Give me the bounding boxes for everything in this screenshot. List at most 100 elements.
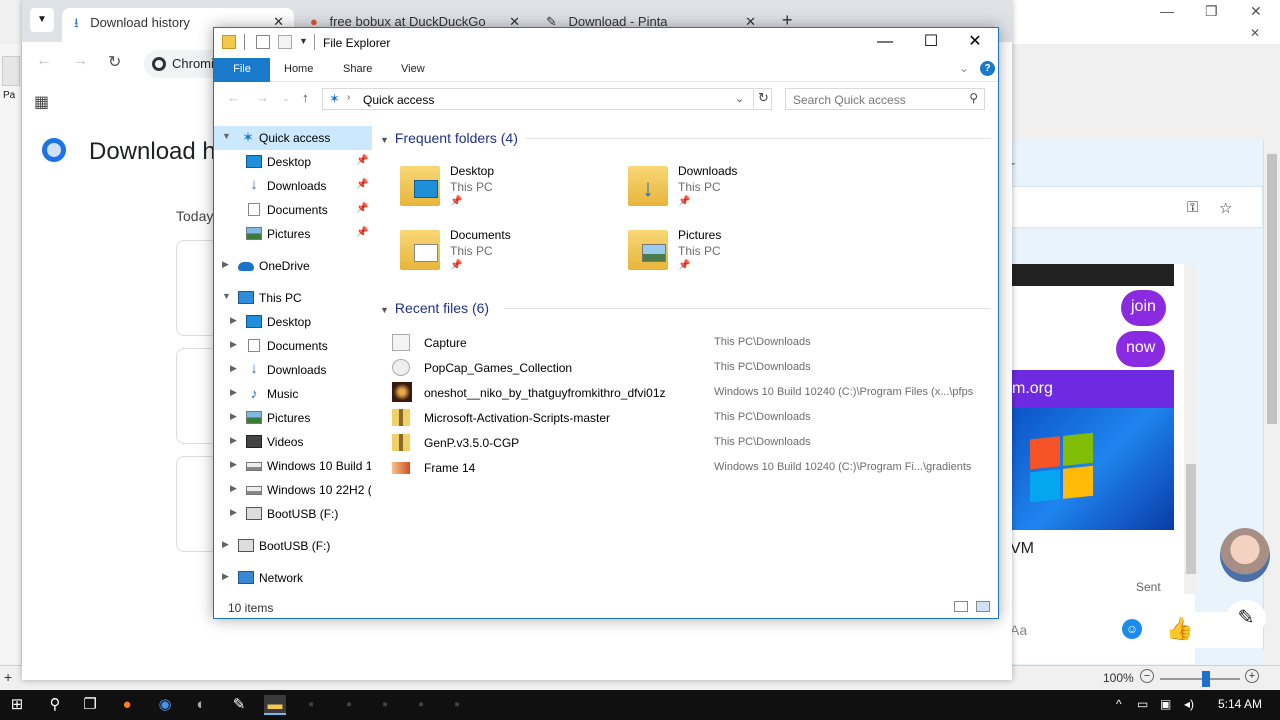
up-icon[interactable]: ↑ xyxy=(302,90,309,105)
properties-icon[interactable] xyxy=(256,35,270,49)
zoom-slider[interactable] xyxy=(1160,678,1240,680)
chevron-right-icon[interactable]: ▶ xyxy=(230,483,237,494)
customize-toolbar-icon[interactable]: ▼ xyxy=(299,36,308,46)
close-button[interactable]: ✕ xyxy=(952,28,998,58)
pin-icon[interactable]: 📌 xyxy=(356,203,368,214)
chevron-right-icon[interactable]: ▶ xyxy=(230,363,237,374)
taskbar-app-icon[interactable]: ▪ xyxy=(446,695,468,715)
forward-icon[interactable]: → xyxy=(72,52,88,70)
reload-icon[interactable]: ↻ xyxy=(108,52,121,72)
chat-scrollbar-thumb[interactable] xyxy=(1186,464,1196,574)
expand-ribbon-icon[interactable]: ⌄ xyxy=(959,61,969,75)
chevron-down-icon[interactable]: ⌄ xyxy=(735,92,744,105)
nav-item-onedrive[interactable]: ▶ OneDrive xyxy=(214,254,372,278)
chevron-right-icon[interactable]: ▶ xyxy=(230,459,237,470)
chevron-right-icon[interactable]: ▶ xyxy=(230,411,237,422)
chevron-right-icon[interactable]: ▶ xyxy=(230,387,237,398)
nav-item-pc-pictures[interactable]: ▶ Pictures xyxy=(214,406,372,430)
app-icon[interactable]: ◐ xyxy=(190,695,212,715)
network-icon[interactable]: ▣ xyxy=(1160,697,1171,711)
file-row-genp[interactable]: GenP.v3.5.0-CGP This PC\Downloads xyxy=(390,431,996,455)
chevron-right-icon[interactable]: ▶ xyxy=(222,259,229,270)
scrollbar-thumb[interactable] xyxy=(1267,154,1277,424)
windows-start-icon[interactable]: ⊞ xyxy=(6,695,28,715)
zoom-in-button[interactable]: + xyxy=(1245,669,1259,683)
pinta-close-button[interactable]: ✕ xyxy=(1250,3,1262,20)
tab-share[interactable]: Share xyxy=(331,58,384,82)
back-icon[interactable]: ← xyxy=(227,90,240,105)
zoom-out-button[interactable]: − xyxy=(1140,669,1154,683)
nav-item-quick-access[interactable]: ▼ ✶ Quick access xyxy=(214,126,372,150)
chevron-right-icon[interactable]: ▶ xyxy=(230,435,237,446)
bookmark-star-icon[interactable]: ☆ xyxy=(1219,199,1232,217)
show-hidden-icons-icon[interactable]: ^ xyxy=(1116,697,1122,711)
pinta-vertical-scrollbar[interactable] xyxy=(1263,140,1280,650)
recent-locations-icon[interactable]: ⌄ xyxy=(282,93,290,104)
chat-scrollbar[interactable] xyxy=(1184,264,1198,594)
file-row-oneshot[interactable]: oneshot__niko_by_thatguyfromkithro_dfvi0… xyxy=(390,381,996,405)
nav-item-bootusb-pc[interactable]: ▶ BootUSB (F:) xyxy=(214,502,372,526)
nav-item-documents[interactable]: Documents 📌 xyxy=(214,198,372,222)
taskbar-app-icon[interactable]: ▪ xyxy=(300,695,322,715)
pinta-restore-button[interactable]: ❐ xyxy=(1205,3,1218,20)
chevron-right-icon[interactable]: ▶ xyxy=(230,339,237,350)
nav-item-pictures[interactable]: Pictures 📌 xyxy=(214,222,372,246)
apps-grid-icon[interactable]: ▦ xyxy=(34,92,49,112)
chevron-down-icon[interactable]: ▼ xyxy=(222,131,231,141)
volume-icon[interactable]: ◂) xyxy=(1184,697,1194,711)
paste-tool-button[interactable] xyxy=(2,56,20,86)
file-row-popcap[interactable]: PopCap_Games_Collection This PC\Download… xyxy=(390,356,996,380)
tab-view[interactable]: View xyxy=(389,58,437,82)
taskbar-app-icon[interactable]: ▪ xyxy=(374,695,396,715)
forward-icon[interactable]: → xyxy=(256,90,269,105)
zoom-slider-knob[interactable] xyxy=(1202,671,1210,687)
minimize-button[interactable]: — xyxy=(862,28,908,58)
recent-files-header[interactable]: ▼ Recent files (6) xyxy=(380,300,489,316)
address-field[interactable]: ✶ › Quick access ⌄ ↻ xyxy=(322,88,772,110)
chevron-right-icon[interactable]: ▶ xyxy=(230,507,237,518)
clock[interactable]: 5:14 AM xyxy=(1218,697,1262,711)
folder-tile-desktop[interactable]: Desktop This PC 📌 xyxy=(400,162,620,218)
pinta-minimize-button[interactable]: — xyxy=(1160,3,1174,19)
nav-item-bootusb[interactable]: ▶ BootUSB (F:) xyxy=(214,534,372,558)
nav-item-pc-music[interactable]: ▶ ♪ Music xyxy=(214,382,372,406)
nav-item-pc-documents[interactable]: ▶ Documents xyxy=(214,334,372,358)
help-icon[interactable]: ? xyxy=(980,61,995,76)
file-row-capture[interactable]: Capture This PC\Downloads xyxy=(390,331,996,355)
chevron-right-icon[interactable]: ▶ xyxy=(222,571,229,582)
folder-tile-documents[interactable]: Documents This PC 📌 xyxy=(400,226,620,282)
folder-tile-pictures[interactable]: Pictures This PC 📌 xyxy=(628,226,848,282)
nav-item-downloads[interactable]: ↓ Downloads 📌 xyxy=(214,174,372,198)
pinta-doc-close-button[interactable]: ✕ xyxy=(1250,26,1260,40)
message-input[interactable]: Aa xyxy=(1010,622,1027,638)
pin-icon[interactable]: 📌 xyxy=(356,227,368,238)
new-folder-icon[interactable] xyxy=(278,35,292,49)
chevron-down-icon[interactable]: ▼ xyxy=(222,291,231,301)
task-view-icon[interactable]: ❐ xyxy=(79,695,101,715)
nav-item-pc-videos[interactable]: ▶ Videos xyxy=(214,430,372,454)
tab-home[interactable]: Home xyxy=(272,58,325,82)
file-row-mas[interactable]: Microsoft-Activation-Scripts-master This… xyxy=(390,406,996,430)
maximize-button[interactable]: ☐ xyxy=(908,28,954,58)
file-explorer-icon[interactable]: ▬ xyxy=(264,695,286,715)
nav-item-desktop[interactable]: Desktop 📌 xyxy=(214,150,372,174)
large-icons-view-icon[interactable] xyxy=(976,601,990,612)
chevron-down-icon[interactable]: ▼ xyxy=(380,305,389,315)
thumbs-up-icon[interactable]: 👍 xyxy=(1166,616,1193,642)
action-center-icon[interactable]: ▭ xyxy=(1137,697,1148,711)
nav-item-this-pc[interactable]: ▼ This PC xyxy=(214,286,372,310)
chrome-icon[interactable]: ◉ xyxy=(154,695,176,715)
avatar[interactable] xyxy=(1220,528,1270,582)
search-input[interactable]: Search Quick access ⚲ xyxy=(785,88,985,110)
nav-item-network[interactable]: ▶ Network xyxy=(214,566,372,590)
taskbar-app-icon[interactable]: ▪ xyxy=(338,695,360,715)
nav-item-pc-desktop[interactable]: ▶ Desktop xyxy=(214,310,372,334)
file-row-frame14[interactable]: Frame 14 Windows 10 Build 10240 (C:)\Pro… xyxy=(390,456,996,480)
chevron-right-icon[interactable]: ▶ xyxy=(222,539,229,550)
pin-icon[interactable]: 📌 xyxy=(356,155,368,166)
pinta-icon[interactable]: ✎ xyxy=(228,695,250,715)
chevron-down-icon[interactable]: ▼ xyxy=(380,135,389,145)
tab-file[interactable]: File xyxy=(214,58,270,82)
pin-icon[interactable]: 📌 xyxy=(356,179,368,190)
frequent-folders-header[interactable]: ▼ Frequent folders (4) xyxy=(380,130,518,146)
